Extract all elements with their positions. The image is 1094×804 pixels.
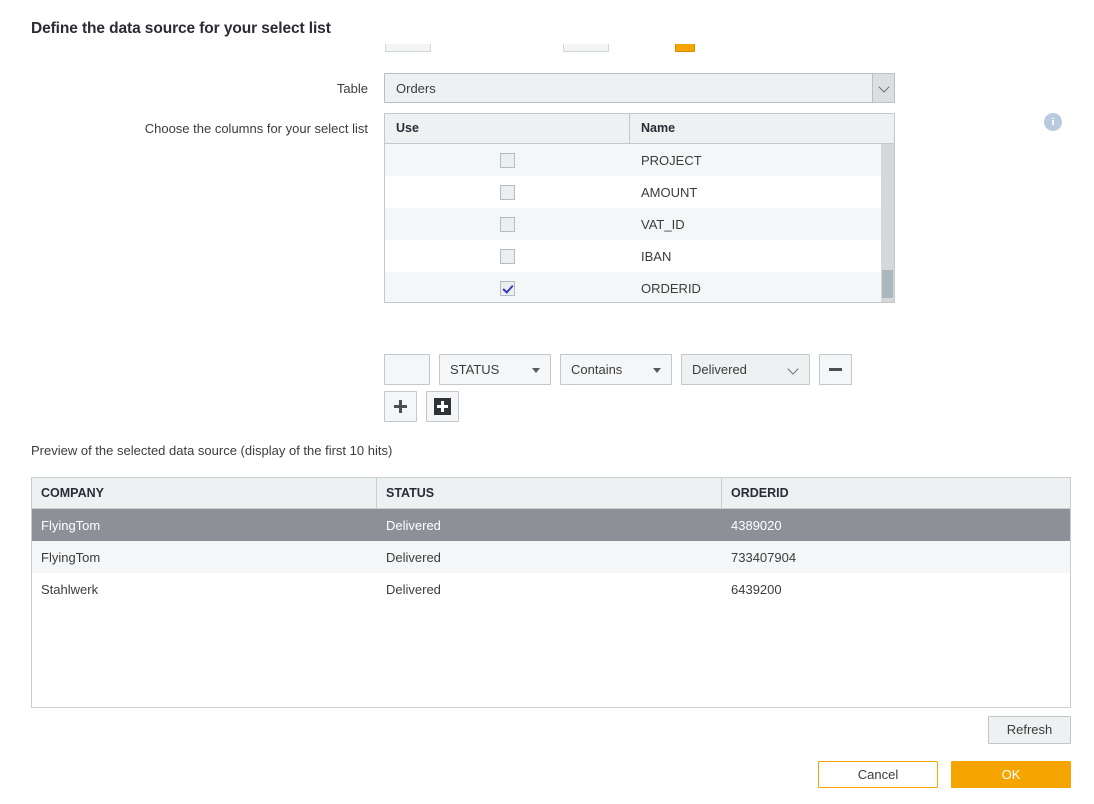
table-select-dropdown-button[interactable]	[872, 74, 894, 102]
chevron-down-icon	[787, 363, 798, 374]
table-row[interactable]: StahlwerkDelivered6439200	[32, 573, 1070, 605]
clipped-control-1	[385, 44, 431, 52]
caret-down-icon	[653, 368, 661, 373]
table-row[interactable]: FlyingTomDelivered733407904	[32, 541, 1070, 573]
columns-grid-row[interactable]: AMOUNT	[385, 176, 894, 208]
columns-grid-use-cell	[385, 280, 630, 296]
checkbox-unchecked[interactable]	[500, 249, 515, 264]
table-select[interactable]: Orders	[384, 73, 895, 103]
preview-table-body: FlyingTomDelivered4389020FlyingTomDelive…	[32, 509, 1070, 605]
columns-grid-name-cell: PROJECT	[630, 153, 894, 168]
checkbox-unchecked[interactable]	[500, 185, 515, 200]
info-icon[interactable]: i	[1044, 113, 1062, 131]
add-condition-button[interactable]	[384, 391, 417, 422]
preview-header-status: STATUS	[377, 478, 722, 508]
columns-grid-row[interactable]: IBAN	[385, 240, 894, 272]
columns-grid-header: Use Name	[385, 114, 894, 144]
preview-cell-orderid: 733407904	[722, 550, 1070, 565]
caret-down-icon	[532, 368, 540, 373]
add-condition-group-button[interactable]	[426, 391, 459, 422]
filter-field-value: STATUS	[450, 362, 499, 377]
filter-condition-row: STATUS Contains Delivered	[384, 354, 861, 385]
columns-grid-use-cell	[385, 248, 630, 264]
preview-cell-status: Delivered	[377, 582, 722, 597]
remove-condition-button[interactable]	[819, 354, 852, 385]
columns-grid-body: PROJECT AMOUNT VAT_ID IBAN ORDERID	[385, 144, 894, 303]
filter-operator-dropdown[interactable]: Contains	[560, 354, 672, 385]
clipped-control-2	[563, 44, 609, 52]
preview-cell-orderid: 6439200	[722, 582, 1070, 597]
cancel-button[interactable]: Cancel	[818, 761, 938, 788]
filter-value-select[interactable]: Delivered	[681, 354, 810, 385]
filter-value-text: Delivered	[692, 362, 747, 377]
chevron-down-icon	[878, 81, 889, 92]
columns-grid-scrollbar[interactable]	[881, 144, 894, 302]
table-select-value: Orders	[396, 81, 436, 96]
preview-cell-company: FlyingTom	[32, 550, 377, 565]
columns-field-label: Choose the columns for your select list	[0, 121, 368, 136]
scrollbar-thumb[interactable]	[882, 270, 893, 298]
columns-grid: Use Name PROJECT AMOUNT VAT_ID IBAN ORDERID	[384, 113, 895, 303]
preview-cell-status: Delivered	[377, 518, 722, 533]
columns-grid-row[interactable]: PROJECT	[385, 144, 894, 176]
filter-field-dropdown[interactable]: STATUS	[439, 354, 551, 385]
columns-grid-use-cell	[385, 184, 630, 200]
columns-grid-row[interactable]: VAT_ID	[385, 208, 894, 240]
preview-cell-status: Delivered	[377, 550, 722, 565]
checkbox-unchecked[interactable]	[500, 153, 515, 168]
ok-button[interactable]: OK	[951, 761, 1071, 788]
page-title: Define the data source for your select l…	[31, 20, 331, 38]
preview-cell-company: FlyingTom	[32, 518, 377, 533]
columns-grid-row[interactable]: ORDERID	[385, 272, 894, 303]
clipped-control-3	[675, 44, 695, 52]
column-header-use: Use	[385, 114, 630, 143]
columns-grid-name-cell: IBAN	[630, 249, 894, 264]
preview-caption: Preview of the selected data source (dis…	[31, 443, 392, 458]
filter-operator-value: Contains	[571, 362, 622, 377]
preview-header-company: COMPANY	[32, 478, 377, 508]
column-header-name: Name	[630, 114, 894, 143]
columns-grid-name-cell: AMOUNT	[630, 185, 894, 200]
checkbox-unchecked[interactable]	[500, 217, 515, 232]
columns-grid-use-cell	[385, 216, 630, 232]
clipped-controls-above	[383, 44, 895, 52]
columns-grid-use-cell	[385, 152, 630, 168]
preview-table: COMPANY STATUS ORDERID FlyingTomDelivere…	[31, 477, 1071, 708]
minus-icon	[829, 368, 842, 371]
refresh-button[interactable]: Refresh	[988, 716, 1071, 744]
preview-cell-orderid: 4389020	[722, 518, 1070, 533]
filter-add-buttons	[384, 391, 468, 422]
columns-grid-name-cell: ORDERID	[630, 281, 894, 296]
checkbox-checked[interactable]	[500, 281, 515, 296]
table-field-label: Table	[0, 81, 368, 96]
filter-logic-operator-box[interactable]	[384, 354, 430, 385]
columns-grid-name-cell: VAT_ID	[630, 217, 894, 232]
preview-table-header: COMPANY STATUS ORDERID	[32, 478, 1070, 509]
preview-header-orderid: ORDERID	[722, 478, 1070, 508]
table-row[interactable]: FlyingTomDelivered4389020	[32, 509, 1070, 541]
plus-square-icon	[434, 398, 451, 415]
preview-cell-company: Stahlwerk	[32, 582, 377, 597]
